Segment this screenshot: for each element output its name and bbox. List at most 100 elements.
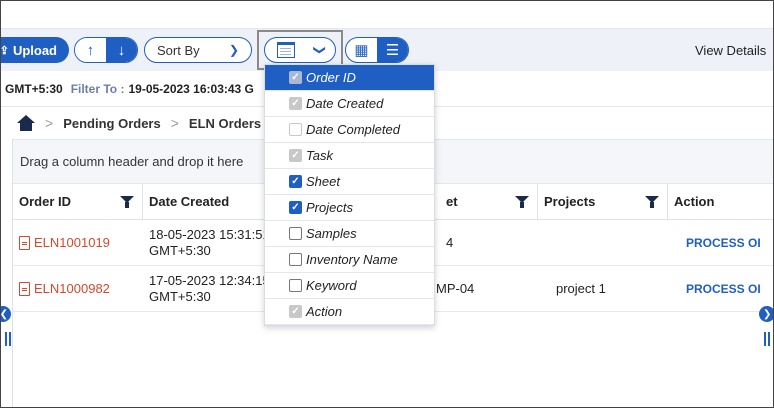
column-option-label: Projects xyxy=(306,200,353,215)
column-option[interactable]: ✓ Task xyxy=(265,143,434,169)
view-details-link[interactable]: View Details xyxy=(695,43,766,58)
checkbox[interactable]: ✓ xyxy=(289,201,302,214)
list-icon: ☰ xyxy=(385,42,400,59)
process-order-link[interactable]: PROCESS OI xyxy=(686,235,761,251)
timezone-text: GMT+5:30 xyxy=(5,81,63,96)
order-id-text: ELN1000982 xyxy=(34,280,110,296)
home-icon[interactable] xyxy=(17,115,35,131)
header-order-id[interactable]: Order ID xyxy=(13,184,143,219)
column-option[interactable]: ✓ Sheet xyxy=(265,169,434,195)
order-id-text: ELN1001019 xyxy=(34,234,110,250)
cell-action: PROCESS OI xyxy=(668,220,773,265)
date-text: 18-05-2023 15:31:51 xyxy=(149,226,270,242)
header-label: Projects xyxy=(544,194,596,209)
chevron-left-icon: ❮ xyxy=(0,308,8,320)
app-window: ⇪ Upload ↑ ↓ Sort By ❯ ❯ ▦ ☰ View Detail… xyxy=(0,0,774,408)
column-option[interactable]: ✓ Date Created xyxy=(265,91,434,117)
breadcrumb-pending-orders[interactable]: Pending Orders xyxy=(63,116,161,131)
column-option-label: Date Created xyxy=(306,96,384,111)
view-mode-toggle: ▦ ☰ xyxy=(345,37,409,63)
column-option-label: Samples xyxy=(306,226,357,241)
order-link[interactable]: ELN1000982 xyxy=(19,281,110,297)
resize-handle-left[interactable] xyxy=(5,332,11,346)
header-projects[interactable]: Projects xyxy=(538,184,668,219)
cell-date-created: 17-05-2023 12:34:15 GMT+5:30 xyxy=(143,266,276,311)
header-date-created[interactable]: Date Created xyxy=(143,184,276,219)
upload-label: Upload xyxy=(12,42,57,58)
column-option-label: Action xyxy=(306,304,343,319)
scroll-right-button[interactable]: ❯ xyxy=(759,306,773,322)
column-option[interactable]: ✓ Order ID xyxy=(265,65,434,91)
sort-by-dropdown[interactable]: Sort By ❯ xyxy=(144,37,252,63)
project-text: project 1 xyxy=(556,280,606,296)
sort-ascending-button[interactable]: ↑ xyxy=(75,38,106,62)
scroll-left-button[interactable]: ❮ xyxy=(0,306,11,322)
cell-projects xyxy=(538,220,668,265)
sheet-text: MP-04 xyxy=(436,280,475,296)
column-option[interactable]: ✓ Action xyxy=(265,299,434,325)
chevron-down-icon: ❯ xyxy=(228,43,239,57)
upload-button[interactable]: ⇪ Upload xyxy=(0,37,69,63)
chevron-right-icon: > xyxy=(170,115,179,131)
arrow-down-icon: ↓ xyxy=(117,41,126,59)
column-option-label: Sheet xyxy=(306,174,340,189)
column-option-label: Inventory Name xyxy=(306,252,398,267)
column-chooser-icon xyxy=(277,42,295,58)
column-option[interactable]: Samples xyxy=(265,221,434,247)
timezone-text: GMT+5:30 xyxy=(149,288,211,304)
upload-icon: ⇪ xyxy=(0,44,9,57)
arrow-up-icon: ↑ xyxy=(86,41,95,59)
column-option-label: Keyword xyxy=(306,278,357,293)
column-chooser-button[interactable]: ❯ xyxy=(264,37,336,63)
list-view-button[interactable]: ☰ xyxy=(377,38,408,62)
header-action[interactable]: Action xyxy=(668,184,773,219)
checkbox[interactable] xyxy=(289,227,302,240)
cell-order-id: ELN1000982 xyxy=(13,266,143,311)
checkbox[interactable]: ✓ xyxy=(289,175,302,188)
process-order-link[interactable]: PROCESS OI xyxy=(686,281,761,297)
group-drop-hint: Drag a column header and drop it here xyxy=(20,154,244,169)
order-link[interactable]: ELN1001019 xyxy=(19,235,110,251)
grid-icon: ▦ xyxy=(354,42,369,59)
column-option[interactable]: ✓ Projects xyxy=(265,195,434,221)
top-strip xyxy=(1,1,773,29)
header-label: Order ID xyxy=(19,194,72,209)
filter-icon[interactable] xyxy=(515,196,529,208)
column-option-label: Task xyxy=(306,148,333,163)
checkbox[interactable] xyxy=(289,253,302,266)
header-label: Action xyxy=(674,194,715,209)
filter-to-label: Filter To : xyxy=(70,81,125,96)
checkbox[interactable] xyxy=(289,279,302,292)
sort-by-label: Sort By xyxy=(157,42,200,58)
filter-icon[interactable] xyxy=(120,196,134,208)
header-label: Date Created xyxy=(149,194,230,209)
column-option[interactable]: Inventory Name xyxy=(265,247,434,273)
date-text: 17-05-2023 12:34:15 xyxy=(149,272,270,288)
chevron-right-icon: > xyxy=(45,115,54,131)
breadcrumb-eln-orders[interactable]: ELN Orders xyxy=(189,116,261,131)
checkbox[interactable]: ✓ xyxy=(289,305,302,318)
column-option[interactable]: Date Completed xyxy=(265,117,434,143)
checkbox[interactable]: ✓ xyxy=(289,149,302,162)
filter-icon[interactable] xyxy=(645,196,659,208)
column-option-label: Order ID xyxy=(306,70,356,85)
column-option[interactable]: Keyword xyxy=(265,273,434,299)
checkbox[interactable] xyxy=(289,123,302,136)
column-chooser-menu: ✓ Order ID ✓ Date Created Date Completed ✓ Tas… xyxy=(264,64,435,326)
header-label: et xyxy=(446,194,458,209)
cell-action: PROCESS OI xyxy=(668,266,773,311)
sort-direction-toggle: ↑ ↓ xyxy=(74,37,138,63)
filter-to-value: 19-05-2023 16:03:43 G xyxy=(128,81,254,96)
chevron-right-icon: ❯ xyxy=(763,308,772,320)
pdf-icon xyxy=(19,281,30,296)
resize-handle-right[interactable] xyxy=(764,332,770,346)
cell-order-id: ELN1001019 xyxy=(13,220,143,265)
column-option-label: Date Completed xyxy=(306,122,400,137)
timezone-text: GMT+5:30 xyxy=(149,242,211,258)
checkbox[interactable]: ✓ xyxy=(289,97,302,110)
sheet-text: 4 xyxy=(446,234,454,250)
grid-view-button[interactable]: ▦ xyxy=(346,38,377,62)
checkbox[interactable]: ✓ xyxy=(289,71,302,84)
chevron-down-icon: ❯ xyxy=(312,44,327,56)
sort-descending-button[interactable]: ↓ xyxy=(106,38,137,62)
